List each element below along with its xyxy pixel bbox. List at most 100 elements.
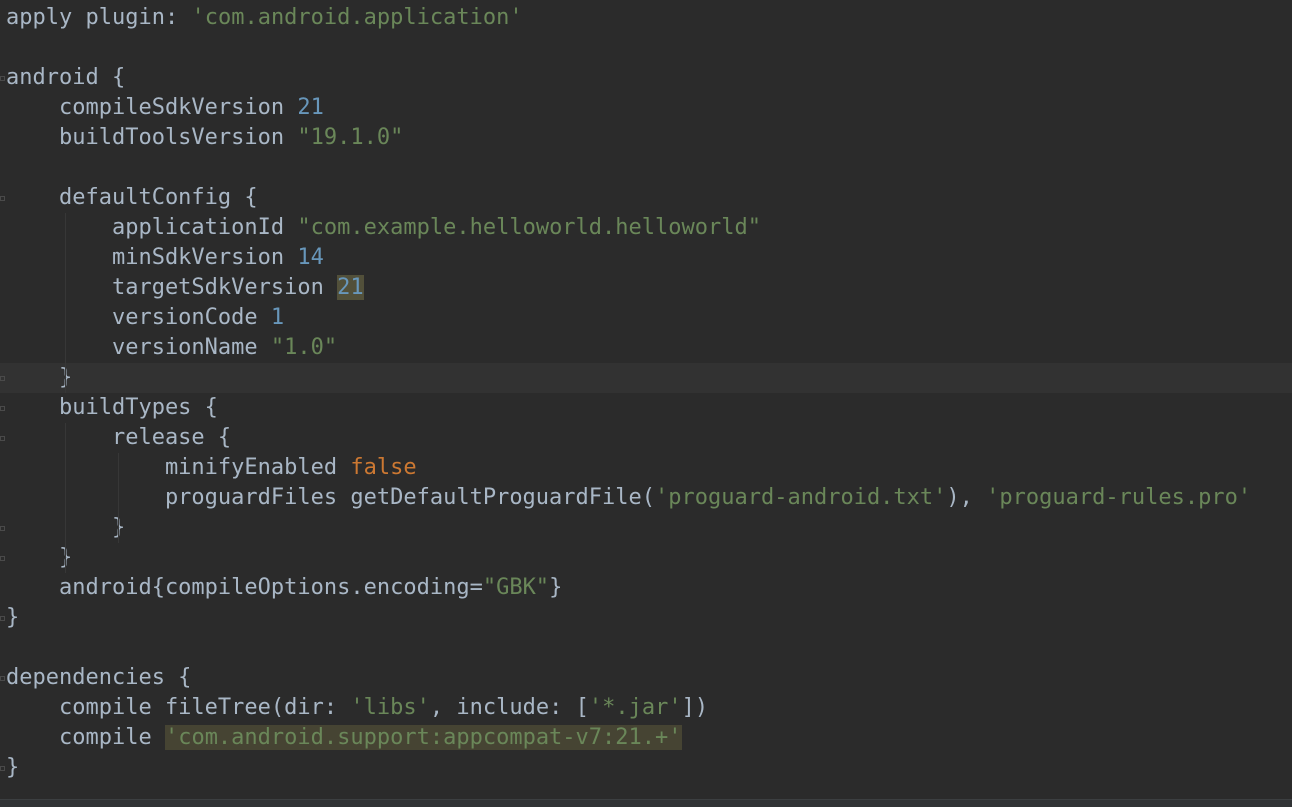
code-token: compile bbox=[6, 725, 165, 750]
code-line[interactable]: release { bbox=[0, 423, 1292, 453]
fold-marker-icon[interactable] bbox=[0, 616, 5, 621]
code-token: applicationId bbox=[6, 215, 298, 240]
code-token: } bbox=[549, 575, 563, 600]
code-line[interactable]: defaultConfig { bbox=[0, 183, 1292, 213]
indent-guide bbox=[64, 213, 66, 393]
code-token: : [ bbox=[549, 695, 589, 720]
fold-marker-icon[interactable] bbox=[0, 766, 5, 771]
code-token: } bbox=[6, 365, 73, 390]
code-text: } bbox=[6, 603, 19, 633]
code-token: } bbox=[6, 605, 20, 630]
code-token: versionCode bbox=[6, 305, 271, 330]
code-token: android{compileOptions.encoding= bbox=[6, 575, 483, 600]
code-token: false bbox=[350, 455, 417, 480]
code-token: apply bbox=[6, 5, 86, 30]
code-token: plugin bbox=[85, 5, 165, 30]
code-text: defaultConfig { bbox=[6, 183, 258, 213]
code-token: "1.0" bbox=[270, 335, 338, 360]
code-token: android { bbox=[6, 65, 126, 90]
code-text: release { bbox=[6, 423, 231, 453]
fold-marker-icon[interactable] bbox=[0, 376, 5, 381]
code-token: release { bbox=[6, 425, 232, 450]
code-line[interactable]: applicationId "com.example.helloworld.he… bbox=[0, 213, 1292, 243]
code-line[interactable]: buildToolsVersion "19.1.0" bbox=[0, 123, 1292, 153]
code-text: } bbox=[6, 363, 72, 393]
code-token: : bbox=[164, 5, 192, 30]
code-line[interactable]: compile fileTree(dir: 'libs', include: [… bbox=[0, 693, 1292, 723]
indent-guide bbox=[117, 453, 119, 543]
fold-marker-icon[interactable] bbox=[0, 76, 5, 81]
code-line[interactable]: versionName "1.0" bbox=[0, 333, 1292, 363]
code-line[interactable]: } bbox=[0, 543, 1292, 573]
code-token: buildTypes { bbox=[6, 395, 218, 420]
code-text: versionCode 1 bbox=[6, 303, 284, 333]
code-token: compileSdkVersion bbox=[6, 95, 298, 120]
code-line[interactable]: apply plugin: 'com.android.application' bbox=[0, 3, 1292, 33]
fold-marker-icon[interactable] bbox=[0, 436, 5, 441]
code-line[interactable]: minSdkVersion 14 bbox=[0, 243, 1292, 273]
code-token: proguardFiles getDefaultProguardFile( bbox=[6, 485, 656, 510]
code-text: applicationId "com.example.helloworld.he… bbox=[6, 213, 761, 243]
code-token: minifyEnabled bbox=[6, 455, 351, 480]
code-text: minifyEnabled false bbox=[6, 453, 417, 483]
fold-marker-icon[interactable] bbox=[0, 526, 5, 531]
code-line[interactable]: } bbox=[0, 363, 1292, 393]
code-line[interactable]: versionCode 1 bbox=[0, 303, 1292, 333]
fold-marker-icon[interactable] bbox=[0, 676, 5, 681]
code-line[interactable]: android { bbox=[0, 63, 1292, 93]
code-token: buildToolsVersion bbox=[6, 125, 298, 150]
code-line[interactable]: } bbox=[0, 753, 1292, 783]
horizontal-scrollbar[interactable] bbox=[0, 799, 1292, 807]
code-line[interactable]: buildTypes { bbox=[0, 393, 1292, 423]
code-line[interactable]: proguardFiles getDefaultProguardFile('pr… bbox=[0, 483, 1292, 513]
code-token: , bbox=[429, 695, 457, 720]
fold-marker-icon[interactable] bbox=[0, 406, 5, 411]
code-line[interactable]: targetSdkVersion 21 bbox=[0, 273, 1292, 303]
code-line[interactable] bbox=[0, 633, 1292, 663]
code-text: compileSdkVersion 21 bbox=[6, 93, 324, 123]
code-text: compile fileTree(dir: 'libs', include: [… bbox=[6, 693, 708, 723]
fold-marker-icon[interactable] bbox=[0, 196, 5, 201]
code-token: } bbox=[6, 545, 73, 570]
code-line[interactable]: compileSdkVersion 21 bbox=[0, 93, 1292, 123]
code-token: 'libs' bbox=[350, 695, 430, 720]
code-line[interactable]: dependencies { bbox=[0, 663, 1292, 693]
code-text: } bbox=[6, 543, 72, 573]
code-line[interactable] bbox=[0, 153, 1292, 183]
code-editor[interactable]: apply plugin: 'com.android.application' a… bbox=[0, 0, 1292, 807]
code-token: versionName bbox=[6, 335, 271, 360]
code-token: } bbox=[6, 755, 20, 780]
code-text: } bbox=[6, 753, 19, 783]
code-text: android{compileOptions.encoding="GBK"} bbox=[6, 573, 562, 603]
code-text: compile 'com.android.support:appcompat-v… bbox=[6, 723, 682, 753]
code-token: 'proguard-android.txt' bbox=[655, 485, 947, 510]
code-line[interactable]: } bbox=[0, 603, 1292, 633]
code-line[interactable]: android{compileOptions.encoding="GBK"} bbox=[0, 573, 1292, 603]
code-line[interactable] bbox=[0, 33, 1292, 63]
code-line[interactable]: compile 'com.android.support:appcompat-v… bbox=[0, 723, 1292, 753]
code-text: versionName "1.0" bbox=[6, 333, 337, 363]
code-token: 14 bbox=[297, 245, 324, 270]
code-token: 'proguard-rules.pro' bbox=[986, 485, 1252, 510]
code-text: dependencies { bbox=[6, 663, 191, 693]
code-token: 'com.android.application' bbox=[191, 5, 523, 30]
code-token: targetSdkVersion bbox=[6, 275, 338, 300]
code-line[interactable]: } bbox=[0, 513, 1292, 543]
code-token: compile fileTree( bbox=[6, 695, 285, 720]
code-token: 'com.android.support:appcompat-v7:21.+' bbox=[164, 725, 682, 750]
indent-guide bbox=[64, 423, 66, 573]
code-token: '*.jar' bbox=[588, 695, 682, 720]
code-text: proguardFiles getDefaultProguardFile('pr… bbox=[6, 483, 1251, 513]
code-token: include bbox=[456, 695, 550, 720]
code-token: dependencies { bbox=[6, 665, 192, 690]
code-text: android { bbox=[6, 63, 125, 93]
code-text: minSdkVersion 14 bbox=[6, 243, 324, 273]
code-text: apply plugin: 'com.android.application' bbox=[6, 3, 523, 33]
fold-marker-icon[interactable] bbox=[0, 556, 5, 561]
code-text: buildTypes { bbox=[6, 393, 218, 423]
code-token: "com.example.helloworld.helloworld" bbox=[297, 215, 761, 240]
code-token: "GBK" bbox=[482, 575, 550, 600]
code-token: ), bbox=[946, 485, 987, 510]
code-line[interactable]: minifyEnabled false bbox=[0, 453, 1292, 483]
code-token: 21 bbox=[337, 275, 364, 300]
